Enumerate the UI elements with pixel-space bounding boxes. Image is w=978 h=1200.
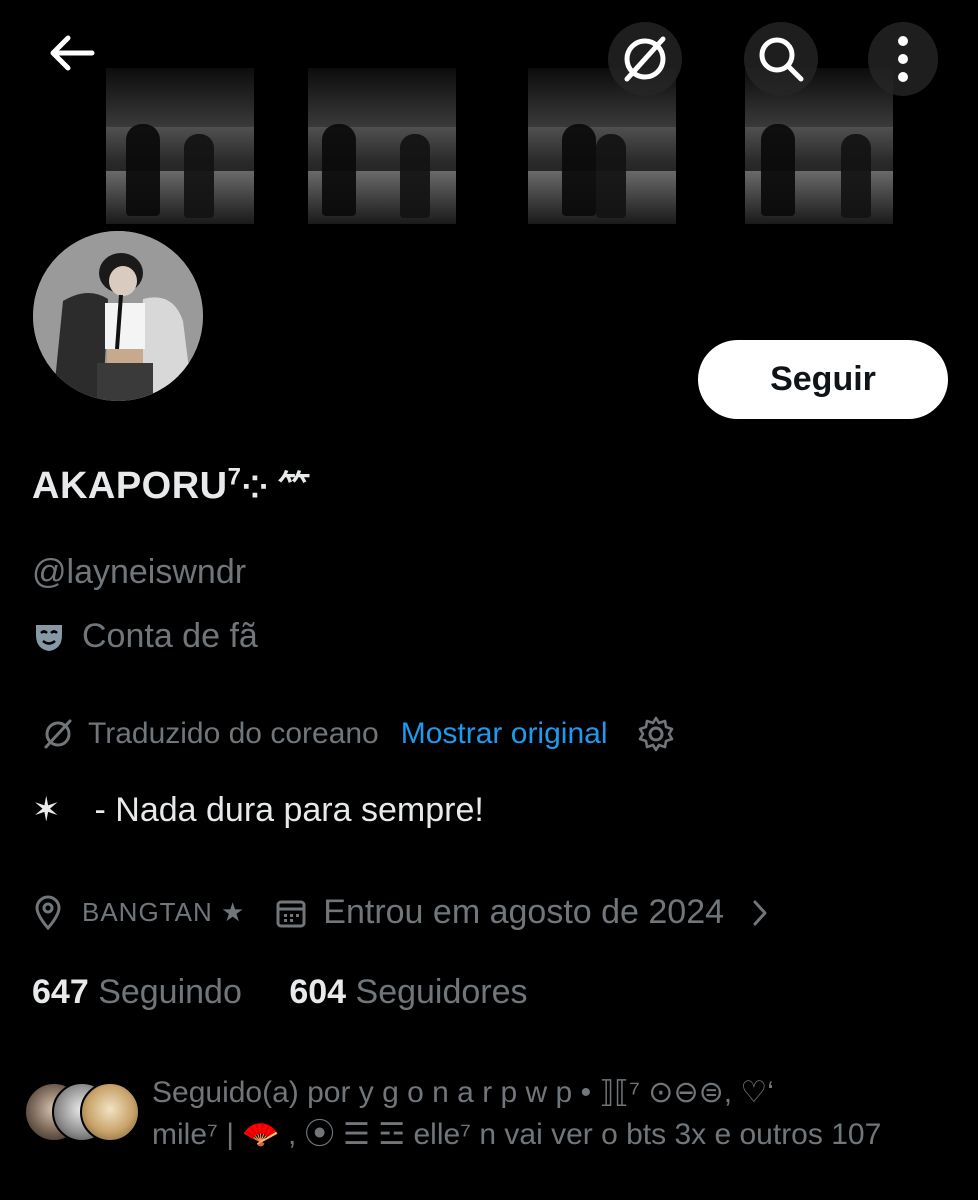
following-label: Seguindo [98, 973, 242, 1011]
translate-button[interactable] [608, 22, 682, 96]
location-pin-icon [35, 895, 61, 930]
followers-label: Seguidores [355, 973, 528, 1011]
location-text: BANGTAN ★ [82, 897, 246, 927]
gear-icon[interactable] [637, 715, 675, 753]
following-stat[interactable]: 647 Seguindo [32, 973, 251, 1011]
account-category: Conta de fã [32, 617, 258, 656]
profile-bio: ✶ - Nada dura para sempre! [32, 790, 484, 830]
search-button[interactable] [744, 22, 818, 96]
chevron-right-icon[interactable] [748, 897, 772, 929]
bio-star: ✶ [32, 791, 61, 829]
display-name-suffix: ⁘ ⺮ [241, 469, 311, 505]
more-options-button[interactable] [868, 22, 938, 96]
banner-photo-frame [308, 68, 456, 224]
profile-avatar[interactable] [30, 228, 206, 404]
more-vertical-icon [898, 36, 908, 82]
followed-by-line-2: mile⁷ | 🪭 , ⦿ ☰ ☲ elle⁷ n vai ver o bts … [152, 1118, 882, 1151]
profile-meta: BANGTAN ★ Entrou em agosto de 2024 [32, 893, 772, 932]
show-original-link[interactable]: Mostrar original [401, 717, 608, 751]
followed-by-text: Seguido(a) por y g o n a r p w p • ⟧⟦⁷ ⊙… [152, 1072, 952, 1156]
follower-avatars [24, 1082, 140, 1144]
display-name: AKAPORU7⁘ ⺮ [32, 462, 311, 508]
followers-stat[interactable]: 604 Seguidores [289, 973, 527, 1011]
followers-count: 604 [289, 973, 347, 1011]
following-count: 647 [32, 973, 89, 1011]
bio-text: - Nada dura para sempre! [94, 790, 484, 829]
calendar-icon [276, 900, 306, 927]
follow-button[interactable]: Seguir [698, 340, 948, 419]
avatar-photo [33, 231, 203, 401]
category-label: Conta de fã [82, 617, 258, 655]
translation-bar: Traduzido do coreano Mostrar original [40, 715, 675, 753]
back-button[interactable] [38, 20, 104, 86]
follow-stats: 647 Seguindo 604 Seguidores [32, 973, 528, 1012]
user-handle: @layneiswndr [32, 553, 247, 591]
display-name-text: AKAPORU [32, 465, 228, 507]
joined-date: Entrou em agosto de 2024 [323, 893, 725, 931]
avatar [80, 1082, 140, 1142]
search-icon [759, 37, 804, 82]
translated-label: Traduzido do coreano [88, 717, 379, 750]
profile-banner[interactable] [0, 0, 978, 228]
translate-slash-icon [624, 36, 666, 82]
arrow-left-icon [50, 35, 95, 71]
display-name-superscript: 7 [227, 463, 242, 491]
translate-slash-icon [44, 719, 72, 749]
followed-by-line-1: Seguido(a) por y g o n a r p w p • ⟧⟦⁷ ⊙… [152, 1076, 774, 1109]
theater-mask-icon [32, 620, 66, 654]
banner-photo-frame [106, 68, 254, 224]
